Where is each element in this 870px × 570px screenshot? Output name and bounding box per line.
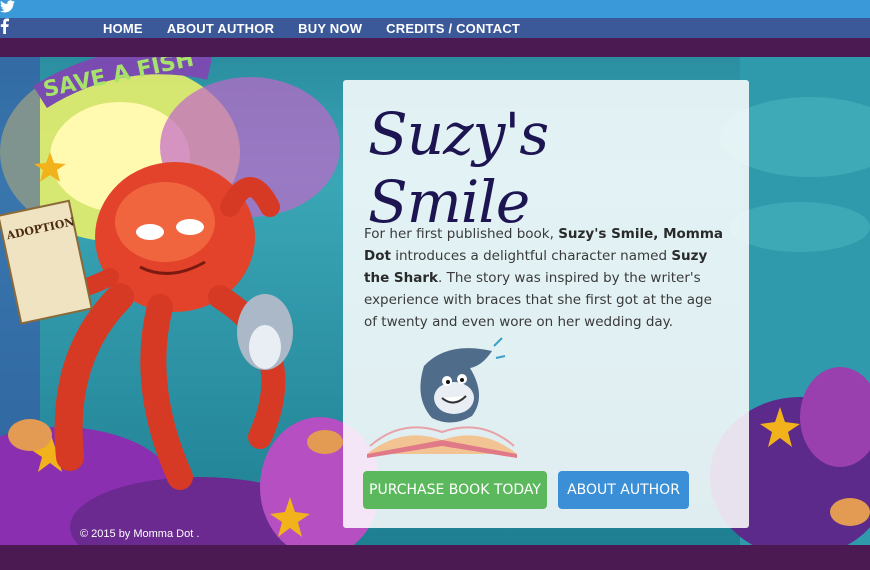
nav-buy-now[interactable]: BUY NOW [298,21,362,36]
shark-reading-book-illustration [367,337,517,458]
bottom-bar [0,545,870,570]
nav-credits-contact[interactable]: CREDITS / CONTACT [386,21,520,36]
about-author-button[interactable]: ABOUT AUTHOR [558,471,689,509]
main-nav: HOME ABOUT AUTHOR BUY NOW CREDITS / CONT… [103,0,544,57]
desc-text-1: For her first published book, [364,226,559,242]
purchase-book-button[interactable]: PURCHASE BOOK TODAY [363,471,547,509]
copyright-footer: © 2015 by Momma Dot . [80,528,200,540]
top-navbar: HOME ABOUT AUTHOR BUY NOW CREDITS / CONT… [0,0,870,57]
book-description: For her first published book, Suzy's Smi… [364,223,724,333]
nav-about-author[interactable]: ABOUT AUTHOR [167,21,274,36]
desc-text-2: introduces a delightful character named [390,248,672,264]
nav-home[interactable]: HOME [103,21,143,36]
book-title: Suzy's Smile [368,100,549,236]
